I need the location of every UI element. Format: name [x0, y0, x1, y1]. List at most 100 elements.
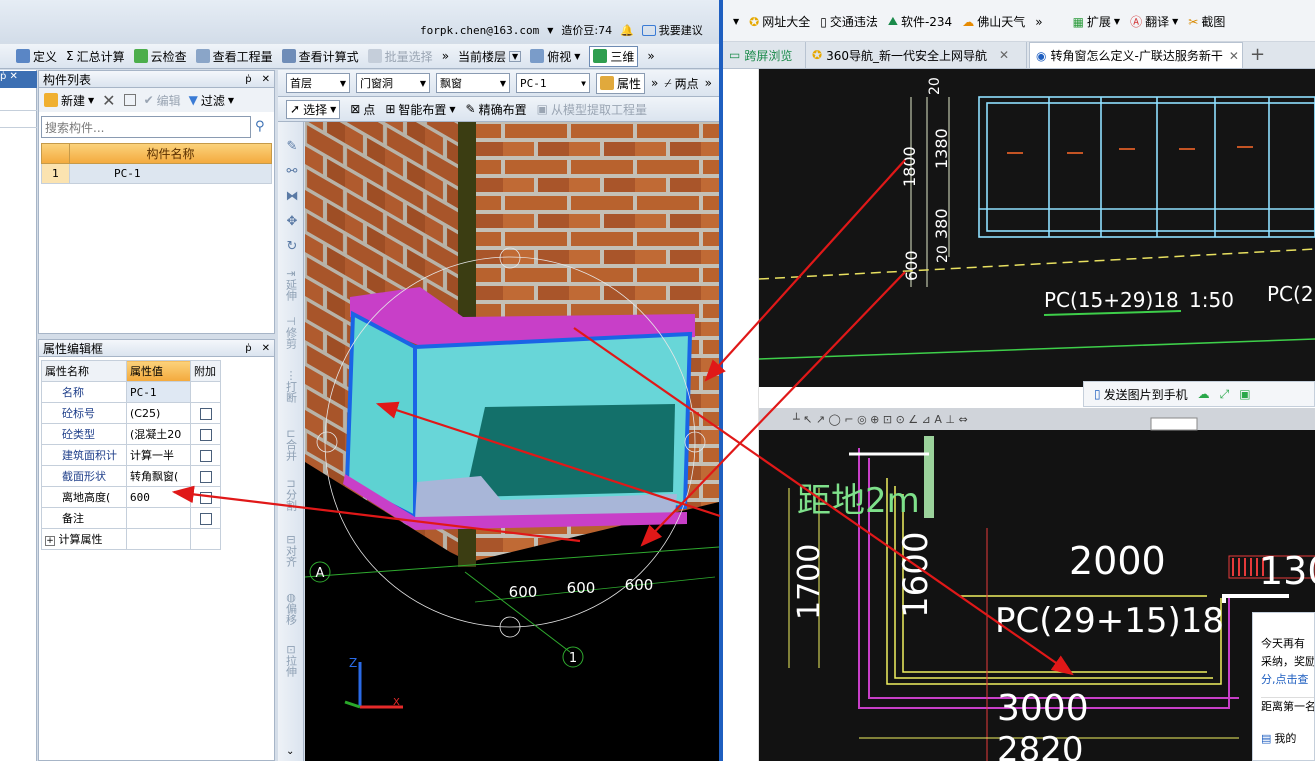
link-icon[interactable]: ⚯: [284, 159, 300, 184]
new-button[interactable]: 新建 ▼: [44, 92, 94, 109]
checkbox[interactable]: [199, 470, 212, 483]
screenshot-button[interactable]: ✂ 截图: [1188, 13, 1225, 30]
property-row[interactable]: 备注: [41, 507, 221, 529]
prop-value[interactable]: 计算一半: [126, 444, 191, 466]
rotate-icon[interactable]: ↻: [284, 234, 300, 259]
batch-select-button[interactable]: 批量选择: [367, 48, 433, 65]
prop-value[interactable]: 600: [126, 486, 191, 508]
table-row[interactable]: 1 PC-1: [41, 163, 272, 184]
account-label[interactable]: forpk.chen@163.com: [420, 24, 539, 37]
bell-icon[interactable]: 🔔: [620, 24, 634, 37]
property-row[interactable]: 建筑面积计 计算一半: [41, 444, 221, 466]
3d-viewport[interactable]: A 1 600 600 600 Z X: [305, 122, 719, 761]
send-to-phone-button[interactable]: ▯ 发送图片到手机: [1094, 386, 1188, 403]
overflow-icon-4[interactable]: »: [705, 76, 712, 90]
cloud-icon[interactable]: ☁: [1198, 387, 1210, 401]
prop-value[interactable]: [126, 507, 191, 529]
checkbox[interactable]: [199, 512, 212, 525]
close-icon[interactable]: ✕: [262, 74, 270, 85]
bookmark-item[interactable]: ☁ 佛山天气: [962, 13, 1025, 30]
move-icon[interactable]: ✥: [284, 209, 300, 234]
tab-cross-screen[interactable]: ▭ 跨屏浏览: [723, 42, 803, 68]
bookmark-item[interactable]: ⛰ 软件-234: [888, 13, 952, 30]
extension-button[interactable]: ▦ 扩展 ▼: [1073, 13, 1121, 30]
two-point-button[interactable]: ⌿ 两点: [664, 75, 698, 92]
overflow-icon[interactable]: »: [442, 49, 449, 63]
floor-dropdown[interactable]: 当前楼层 ▼: [458, 48, 522, 65]
view3d-button[interactable]: 三维: [589, 45, 639, 67]
tool-offset[interactable]: ◍ 偏移: [282, 592, 300, 627]
quantity-icon: [195, 49, 210, 63]
bookmark-item[interactable]: ✪ 网址大全: [749, 13, 810, 30]
tool-break[interactable]: ⋮ 打断: [282, 370, 300, 405]
pin-icon[interactable]: ṗ: [245, 74, 251, 85]
bookmark-collapse-icon[interactable]: ▼: [733, 17, 739, 26]
top-view-button[interactable]: 俯视 ▼: [530, 48, 580, 65]
notice-link[interactable]: 分,点击查: [1261, 673, 1309, 686]
filter-button[interactable]: ▼ 过滤 ▼: [189, 92, 234, 109]
prop-value[interactable]: PC-1: [126, 381, 191, 403]
more-bookmarks-icon[interactable]: »: [1035, 15, 1042, 29]
property-row[interactable]: 截面形状 转角飘窗(: [41, 465, 221, 487]
prop-value[interactable]: 转角飘窗(: [126, 465, 191, 487]
tab-close-icon[interactable]: ✕: [999, 48, 1009, 62]
overflow-icon-2[interactable]: »: [647, 49, 654, 63]
edit-button[interactable]: ✔ 编辑: [144, 92, 181, 109]
search-icon[interactable]: ⚲: [255, 119, 265, 134]
new-tab-icon[interactable]: +: [1250, 44, 1265, 65]
cloud-check-button[interactable]: 云检查: [133, 48, 187, 65]
tab-active[interactable]: ◉ 转角窗怎么定义-广联达服务新干 ✕: [1029, 42, 1243, 68]
sum-button[interactable]: Σ 汇总计算: [66, 48, 125, 65]
item-select[interactable]: PC-1 ▼: [516, 73, 590, 93]
prop-value[interactable]: (C25): [126, 402, 191, 424]
search-input[interactable]: 搜索构件...: [41, 116, 251, 138]
checkbox[interactable]: [199, 491, 212, 504]
bookmark-item[interactable]: ▯ 交通违法: [820, 13, 878, 30]
save-icon[interactable]: ▣: [1239, 387, 1250, 401]
scroll-down-icon[interactable]: ⌄: [286, 746, 294, 757]
property-row[interactable]: 砼类型 (混凝土20: [41, 423, 221, 445]
notice-my[interactable]: 我的: [1274, 730, 1296, 748]
suggest-button[interactable]: 我要建议: [641, 22, 703, 38]
translate-button[interactable]: Ⓐ 翻译 ▼: [1130, 13, 1178, 30]
close-icon[interactable]: ✕: [262, 343, 270, 354]
tool-split[interactable]: ⊐ 分割: [282, 478, 300, 513]
tool-extend[interactable]: ⇥ 延伸: [282, 268, 300, 303]
tool-stretch[interactable]: ⊡ 拉伸: [282, 644, 300, 679]
properties-button[interactable]: 属性: [596, 72, 646, 94]
property-row[interactable]: + 计算属性: [41, 528, 221, 550]
fullscreen-icon[interactable]: ⤢: [1220, 387, 1230, 402]
tab-close-icon[interactable]: ✕: [1229, 49, 1239, 63]
checkbox[interactable]: [199, 407, 212, 420]
pin-icon[interactable]: ṗ: [245, 343, 251, 354]
tool-merge[interactable]: ⊏ 合并: [282, 428, 300, 463]
property-row[interactable]: 名称 PC-1: [41, 381, 221, 403]
notification-popup[interactable]: 今天再有 采纳，奖励 分,点击查 距离第一名 ▤ 我的: [1252, 612, 1315, 761]
precise-layout-button[interactable]: ✎ 精确布置: [466, 101, 527, 118]
pencil-icon[interactable]: ✎: [284, 134, 300, 159]
copy-icon[interactable]: [123, 94, 136, 106]
overflow-icon-3[interactable]: »: [651, 76, 658, 90]
category-select[interactable]: 门窗洞 ▼: [356, 73, 430, 93]
tab-360-nav[interactable]: ✪ 360导航_新一代安全上网导航 ✕: [805, 42, 1027, 68]
point-button[interactable]: ⊠ 点: [350, 101, 375, 118]
define-button[interactable]: 定义: [16, 48, 57, 65]
type-select[interactable]: 飘窗 ▼: [436, 73, 510, 93]
prop-value[interactable]: (混凝土20: [126, 423, 191, 445]
smart-layout-button[interactable]: ⊞ 智能布置 ▼: [385, 101, 455, 118]
delete-icon[interactable]: ✕: [102, 91, 115, 110]
checkbox[interactable]: [199, 428, 212, 441]
view-formula-button[interactable]: 查看计算式: [281, 48, 359, 65]
nav-item[interactable]: [0, 110, 37, 128]
checkbox[interactable]: [199, 449, 212, 462]
view-quantity-button[interactable]: 查看工程量: [195, 48, 273, 65]
select-button[interactable]: ➚ 选择 ▼: [286, 99, 341, 119]
tool-align[interactable]: ⊟ 对齐: [282, 534, 300, 569]
floor-select[interactable]: 首层 ▼: [286, 73, 350, 93]
tool-trim[interactable]: ⊣ 修剪: [282, 316, 300, 351]
property-row[interactable]: 离地高度(600: [41, 486, 221, 508]
extract-button[interactable]: ▣ 从模型提取工程量: [537, 101, 647, 118]
expand-icon[interactable]: +: [45, 536, 55, 546]
property-row[interactable]: 砼标号 (C25): [41, 402, 221, 424]
mirror-icon[interactable]: ⧓: [284, 184, 300, 209]
